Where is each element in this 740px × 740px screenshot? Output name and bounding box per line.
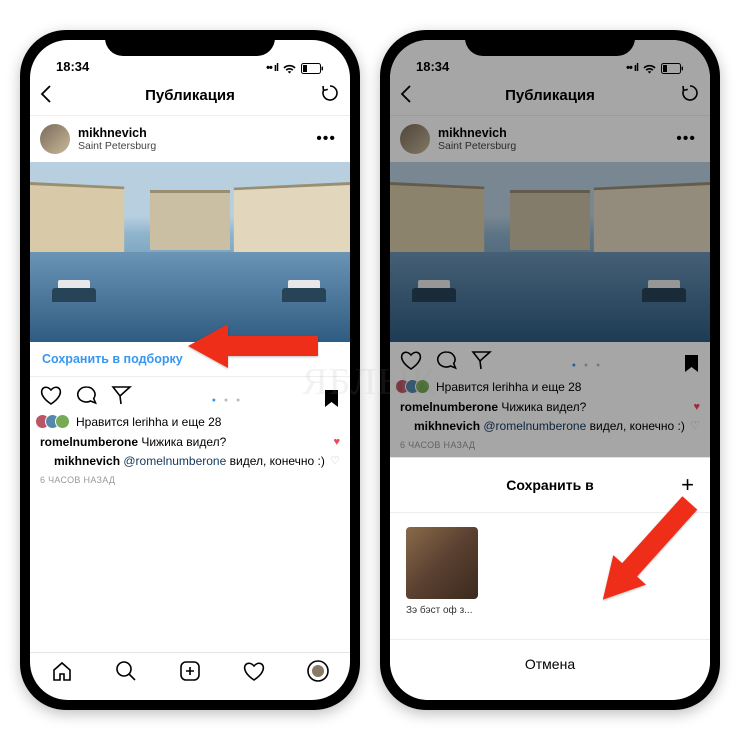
modal-overlay[interactable] bbox=[390, 40, 710, 468]
home-indicator[interactable] bbox=[130, 702, 250, 706]
search-nav-icon[interactable] bbox=[115, 660, 137, 682]
back-icon[interactable] bbox=[40, 83, 64, 109]
battery-icon bbox=[661, 63, 684, 74]
post-header: mikhnevich Saint Petersburg ••• bbox=[30, 116, 350, 162]
battery-icon bbox=[301, 63, 324, 74]
avatar[interactable] bbox=[40, 124, 70, 154]
save-to-collection-link[interactable]: Сохранить в подборку bbox=[42, 352, 183, 366]
likes-row[interactable]: Нравится lerihha и еще 28 bbox=[30, 414, 350, 433]
add-post-icon[interactable] bbox=[179, 660, 201, 682]
post-actions: ● ● ● bbox=[30, 377, 350, 414]
notch bbox=[105, 30, 275, 56]
signal-icon: •• ıl bbox=[626, 62, 638, 74]
collection-label: Зэ бэст оф з... bbox=[406, 605, 478, 616]
annotation-arrow bbox=[583, 490, 703, 620]
share-icon[interactable] bbox=[111, 385, 132, 410]
like-icon[interactable] bbox=[40, 385, 62, 410]
comment-icon[interactable] bbox=[76, 385, 97, 410]
app-bar: Публикация bbox=[30, 76, 350, 116]
annotation-arrow bbox=[188, 318, 318, 374]
comment-like-icon[interactable]: ♥ bbox=[333, 435, 340, 450]
refresh-icon[interactable] bbox=[316, 83, 340, 108]
activity-icon[interactable] bbox=[243, 660, 265, 682]
home-indicator[interactable] bbox=[490, 702, 610, 706]
wifi-icon bbox=[642, 63, 657, 74]
like-avatars bbox=[40, 414, 70, 429]
comment-like-icon[interactable]: ♡ bbox=[330, 454, 340, 469]
carousel-dots-icon: ● ● ● bbox=[212, 397, 244, 404]
more-options-icon[interactable]: ••• bbox=[316, 130, 340, 148]
notch bbox=[465, 30, 635, 56]
post-username[interactable]: mikhnevich bbox=[78, 126, 308, 140]
bookmark-icon[interactable] bbox=[323, 388, 340, 408]
home-icon[interactable] bbox=[51, 660, 73, 682]
post-location[interactable]: Saint Petersburg bbox=[78, 140, 308, 152]
likes-text: Нравится lerihha и еще 28 bbox=[76, 415, 221, 429]
status-time: 18:34 bbox=[416, 59, 449, 74]
post-timestamp: 6 ЧАСОВ НАЗАД bbox=[30, 471, 350, 489]
post-photo[interactable] bbox=[30, 162, 350, 342]
profile-icon[interactable] bbox=[307, 660, 329, 682]
comment-reply-row[interactable]: mikhnevich @romelnumberone видел, конечн… bbox=[30, 452, 350, 471]
collection-item[interactable]: Зэ бэст оф з... bbox=[406, 527, 478, 625]
comment-row[interactable]: romelnumberone Чижика видел? ♥ bbox=[30, 433, 350, 452]
phone-left: 18:34 •• ıl Публикация bbox=[20, 30, 360, 710]
signal-icon: •• ıl bbox=[266, 62, 278, 74]
wifi-icon bbox=[282, 63, 297, 74]
bottom-nav bbox=[30, 652, 350, 700]
page-title: Публикация bbox=[145, 87, 235, 104]
cancel-button[interactable]: Отмена bbox=[390, 639, 710, 700]
status-time: 18:34 bbox=[56, 59, 89, 74]
phone-right: 18:34 •• ıl Публикация bbox=[380, 30, 720, 710]
collection-thumb bbox=[406, 527, 478, 599]
